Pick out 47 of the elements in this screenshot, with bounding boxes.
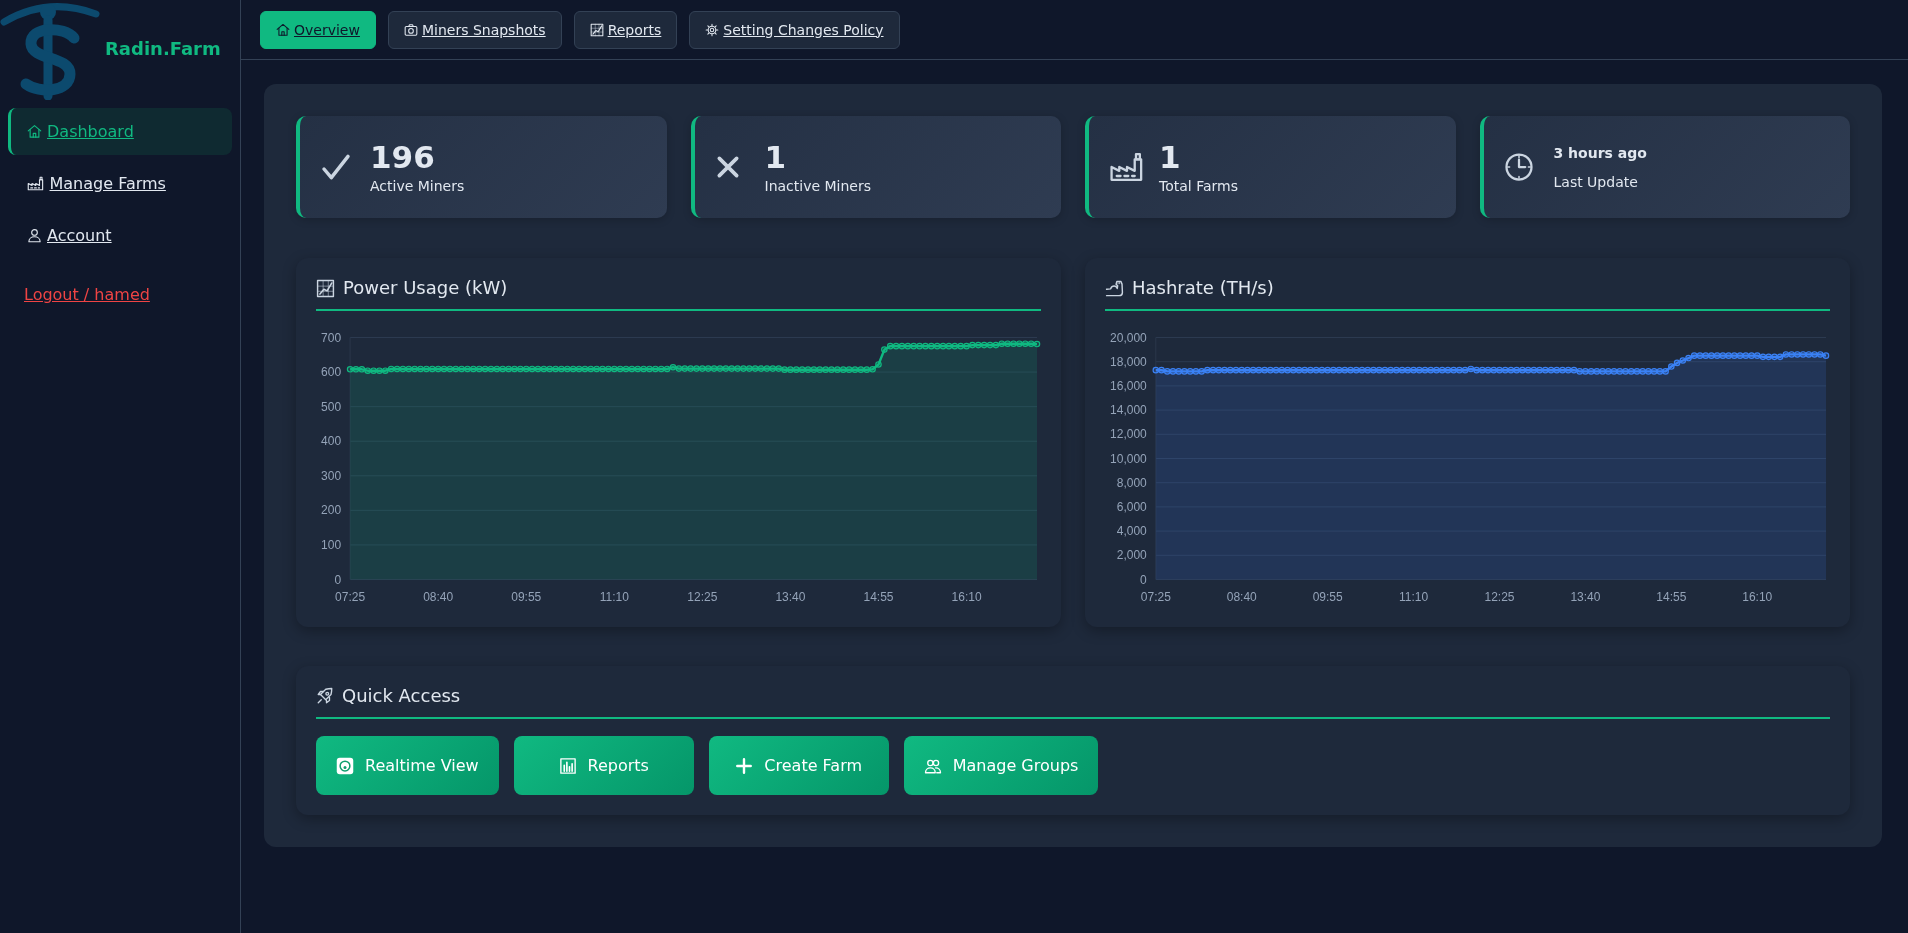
x-tick-label: 16:10 bbox=[951, 590, 982, 604]
brand-name: Radin.Farm bbox=[105, 38, 221, 59]
x-tick-label: 14:55 bbox=[1656, 590, 1687, 604]
x-tick-label: 12:25 bbox=[1484, 590, 1515, 604]
stat-value: 196 bbox=[370, 139, 435, 175]
y-tick-label: 10,000 bbox=[1110, 451, 1147, 466]
stat-value: 3 hours ago bbox=[1553, 143, 1647, 162]
x-tick-label: 12:25 bbox=[687, 590, 718, 604]
stat-label: Active Miners bbox=[370, 177, 465, 195]
x-tick-label: 09:55 bbox=[1312, 590, 1343, 604]
y-tick-label: 500 bbox=[321, 399, 342, 414]
x-tick-label: 13:40 bbox=[775, 590, 806, 604]
y-tick-label: 100 bbox=[321, 537, 342, 552]
x-tick-label: 13:40 bbox=[1570, 590, 1601, 604]
y-tick-label: 18,000 bbox=[1110, 354, 1147, 369]
x-tick-label: 08:40 bbox=[1226, 590, 1257, 604]
y-tick-label: 0 bbox=[1140, 572, 1147, 587]
y-tick-label: 8,000 bbox=[1116, 475, 1147, 490]
x-tick-label: 11:10 bbox=[599, 590, 629, 604]
y-tick-label: 0 bbox=[334, 572, 342, 587]
y-tick-label: 12,000 bbox=[1110, 427, 1147, 442]
x-tick-label: 09:55 bbox=[511, 590, 542, 604]
x-tick-label: 14:55 bbox=[863, 590, 894, 604]
y-tick-label: 4,000 bbox=[1116, 524, 1147, 539]
x-tick-label: 08:40 bbox=[423, 590, 454, 604]
y-tick-label: 16,000 bbox=[1110, 378, 1147, 393]
stat-label: Total Farms bbox=[1159, 177, 1238, 195]
x-tick-label: 07:25 bbox=[335, 590, 366, 604]
stat-label: Inactive Miners bbox=[764, 177, 871, 195]
chart-title: Hashrate (TH/s) bbox=[1132, 276, 1274, 300]
stat-value: 1 bbox=[764, 139, 787, 175]
y-tick-label: 200 bbox=[321, 503, 342, 518]
y-tick-label: 300 bbox=[321, 468, 342, 483]
y-tick-label: 6,000 bbox=[1116, 499, 1147, 514]
stat-value: 1 bbox=[1159, 139, 1181, 175]
x-tick-label: 07:25 bbox=[1140, 590, 1171, 604]
x-tick-label: 16:10 bbox=[1742, 590, 1773, 604]
y-tick-label: 20,000 bbox=[1110, 330, 1147, 345]
y-tick-label: 700 bbox=[321, 330, 342, 345]
y-tick-label: 14,000 bbox=[1110, 403, 1147, 418]
section-title: Quick Access bbox=[342, 684, 461, 708]
chart-title: Power Usage (kW) bbox=[343, 276, 508, 300]
y-tick-label: 600 bbox=[321, 365, 342, 380]
y-tick-label: 400 bbox=[321, 434, 342, 449]
stat-label: Last Update bbox=[1553, 172, 1638, 191]
x-tick-label: 11:10 bbox=[1399, 590, 1429, 604]
y-tick-label: 2,000 bbox=[1116, 548, 1147, 563]
